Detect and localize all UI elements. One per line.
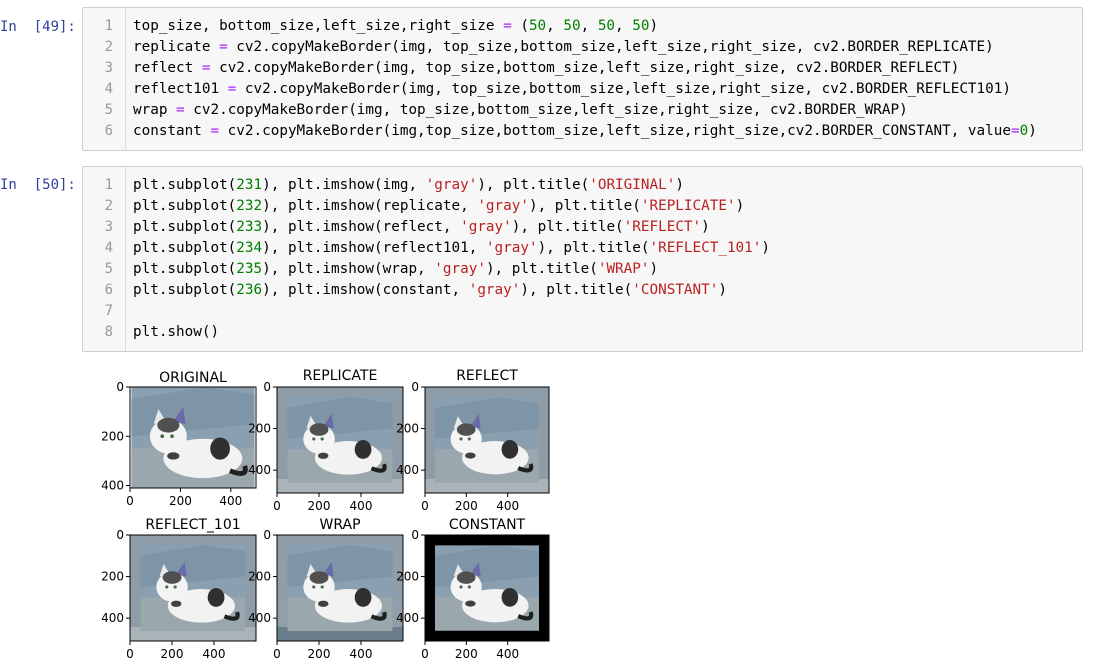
x-tick-label: 0 xyxy=(273,647,281,661)
x-tick-label: 0 xyxy=(126,494,134,508)
line-number: 6 xyxy=(104,123,113,139)
x-tick-label: 200 xyxy=(308,499,331,513)
x-tick-label: 200 xyxy=(455,647,478,661)
y-tick-label: 200 xyxy=(248,570,271,584)
x-tick-label: 0 xyxy=(126,647,134,661)
cell-49-input[interactable]: 1 2 3 4 5 6 top_size, bottom_size,left_size,r… xyxy=(82,7,1083,151)
x-tick-label: 400 xyxy=(350,647,373,661)
y-tick-label: 0 xyxy=(411,380,419,394)
y-tick-label: 0 xyxy=(411,528,419,542)
subplot-reflect: REFLECT 0 200 400 0 200 400 xyxy=(396,368,550,513)
subplot-title: ORIGINAL xyxy=(159,370,227,386)
y-tick-label: 400 xyxy=(396,611,419,625)
code-line[interactable]: plt.subplot(231), plt.imshow(img, 'gray'… xyxy=(133,175,770,196)
line-number: 3 xyxy=(104,219,113,235)
code-line[interactable]: plt.subplot(232), plt.imshow(replicate, … xyxy=(133,196,770,217)
x-tick-label: 400 xyxy=(203,647,226,661)
code-line[interactable]: plt.subplot(233), plt.imshow(reflect, 'g… xyxy=(133,217,770,238)
x-tick-label: 0 xyxy=(421,499,429,513)
y-tick-label: 200 xyxy=(396,422,419,436)
x-tick-label: 200 xyxy=(455,499,478,513)
code-line[interactable]: top_size, bottom_size,left_size,right_si… xyxy=(133,16,1037,37)
x-tick-label: 0 xyxy=(273,499,281,513)
subplot-reflect-101: REFLECT_101 0 200 400 0 200 400 xyxy=(101,517,257,661)
code-line[interactable]: constant = cv2.copyMakeBorder(img,top_si… xyxy=(133,121,1037,142)
x-tick-label: 400 xyxy=(496,647,519,661)
x-tick-label: 0 xyxy=(421,647,429,661)
line-number: 7 xyxy=(104,303,113,319)
code-line[interactable] xyxy=(133,301,770,322)
code-line[interactable]: plt.subplot(235), plt.imshow(wrap, 'gray… xyxy=(133,259,770,280)
line-number: 2 xyxy=(104,39,113,55)
line-number: 5 xyxy=(104,102,113,118)
line-number: 5 xyxy=(104,261,113,277)
subplot-title: REFLECT_101 xyxy=(145,517,240,533)
subplot-title: WRAP xyxy=(319,517,360,533)
y-tick-label: 200 xyxy=(101,570,124,584)
subplot-constant: CONSTANT 0 200 400 0 200 400 xyxy=(396,517,550,661)
line-number: 1 xyxy=(104,18,113,34)
subplot-replicate: REPLICATE 0 200 400 0 200 400 xyxy=(248,368,404,513)
cell-49-code[interactable]: top_size, bottom_size,left_size,right_si… xyxy=(133,16,1037,142)
subplot-wrap: WRAP 0 200 400 0 200 400 xyxy=(248,517,404,661)
y-tick-label: 400 xyxy=(101,611,124,625)
y-tick-label: 400 xyxy=(396,463,419,477)
code-line[interactable]: plt.show() xyxy=(133,322,770,343)
x-tick-label: 400 xyxy=(219,494,242,508)
line-number: 3 xyxy=(104,60,113,76)
line-number: 6 xyxy=(104,282,113,298)
code-line[interactable]: plt.subplot(234), plt.imshow(reflect101,… xyxy=(133,238,770,259)
cell-50-prompt: In [50]: xyxy=(0,177,76,193)
cell-50-code[interactable]: plt.subplot(231), plt.imshow(img, 'gray'… xyxy=(133,175,770,343)
line-number: 8 xyxy=(104,324,113,340)
subplot-original: ORIGINAL02004000 200 400 xyxy=(101,370,257,508)
y-tick-label: 0 xyxy=(263,380,271,394)
x-tick-label: 200 xyxy=(161,647,184,661)
subplot-title: REPLICATE xyxy=(303,368,378,384)
code-line[interactable]: wrap = cv2.copyMakeBorder(img, top_size,… xyxy=(133,100,1037,121)
line-number: 2 xyxy=(104,198,113,214)
y-tick-label: 0 xyxy=(116,528,124,542)
line-number: 4 xyxy=(104,81,113,97)
code-line[interactable]: reflect101 = cv2.copyMakeBorder(img, top… xyxy=(133,79,1037,100)
y-tick-label: 200 xyxy=(101,429,124,443)
y-tick-label: 200 xyxy=(396,570,419,584)
y-tick-label: 200 xyxy=(248,422,271,436)
cell-49-prompt: In [49]: xyxy=(0,19,76,35)
code-line[interactable]: plt.subplot(236), plt.imshow(constant, '… xyxy=(133,280,770,301)
y-tick-label: 0 xyxy=(263,528,271,542)
x-tick-label: 200 xyxy=(308,647,331,661)
line-number: 1 xyxy=(104,177,113,193)
y-tick-label: 400 xyxy=(248,463,271,477)
subplot-title: REFLECT xyxy=(456,368,518,384)
y-tick-label: 400 xyxy=(101,479,124,493)
x-tick-label: 400 xyxy=(496,499,519,513)
subplot-title: CONSTANT xyxy=(449,517,526,533)
x-tick-label: 200 xyxy=(169,494,192,508)
y-tick-label: 400 xyxy=(248,611,271,625)
code-line[interactable]: reflect = cv2.copyMakeBorder(img, top_si… xyxy=(133,58,1037,79)
x-tick-label: 400 xyxy=(350,499,373,513)
y-tick-label: 0 xyxy=(116,380,124,394)
cell-50-input[interactable]: 1 2 3 4 5 6 7 8 plt.subplot(231), plt.imshow(im… xyxy=(82,166,1083,352)
line-number: 4 xyxy=(104,240,113,256)
code-line[interactable]: replicate = cv2.copyMakeBorder(img, top_… xyxy=(133,37,1037,58)
